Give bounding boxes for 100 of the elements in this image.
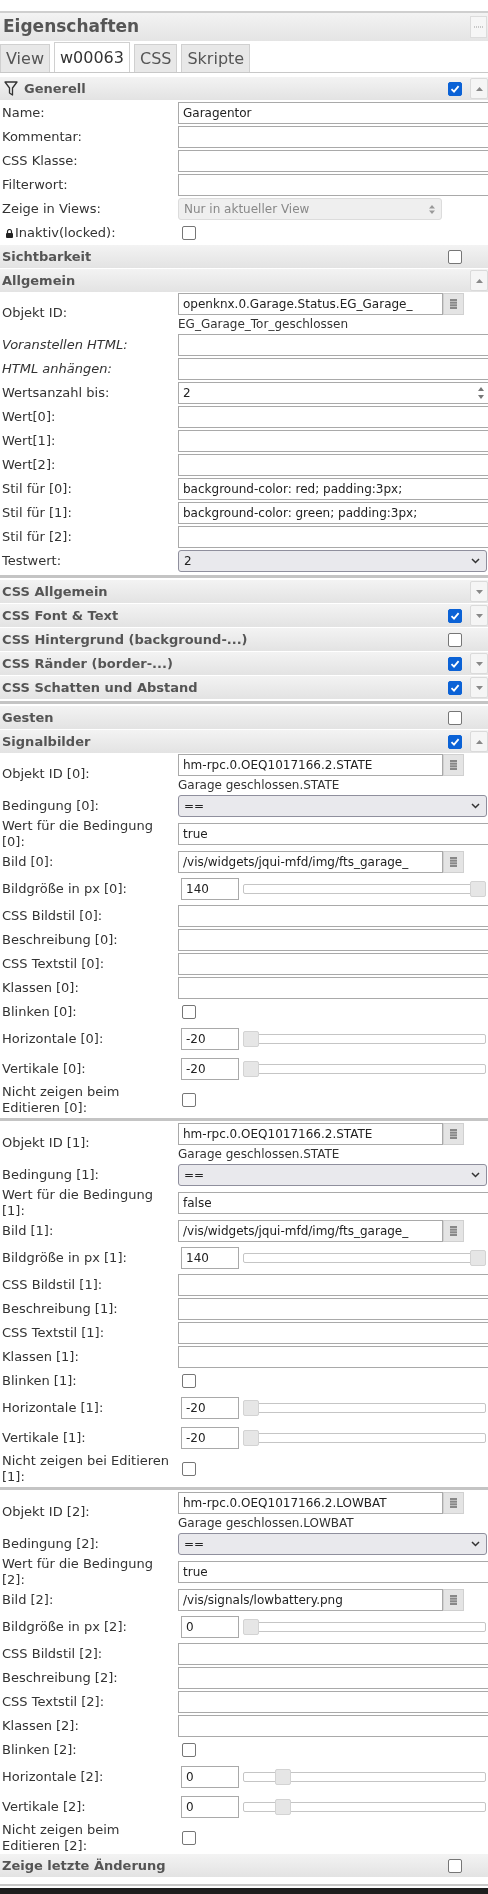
section-header[interactable]: Allgemein xyxy=(0,269,488,292)
input-field[interactable] xyxy=(178,126,488,148)
input-field[interactable]: background-color: red; padding:3px; xyxy=(178,478,488,500)
tab[interactable]: View xyxy=(0,44,50,72)
input-field[interactable]: Garagentor xyxy=(178,102,488,124)
filter-icon[interactable] xyxy=(4,81,18,96)
section-checkbox[interactable] xyxy=(448,81,462,96)
section-checkbox[interactable] xyxy=(448,656,462,671)
section-header[interactable]: CSS Hintergrund (background-...) xyxy=(0,628,488,651)
input-field[interactable] xyxy=(178,953,488,975)
slider-thumb[interactable] xyxy=(243,1061,259,1077)
input-field[interactable] xyxy=(178,977,488,999)
number-field[interactable]: 140 xyxy=(181,878,239,900)
slider-thumb[interactable] xyxy=(243,1619,259,1635)
input-field[interactable]: /vis/widgets/jqui-mfd/img/fts_garage_ xyxy=(178,1220,443,1242)
input-field[interactable] xyxy=(178,454,488,476)
slider-thumb[interactable] xyxy=(274,1799,291,1815)
checkbox[interactable] xyxy=(182,1831,196,1845)
section-checkbox[interactable] xyxy=(448,608,462,623)
browse-button[interactable] xyxy=(443,293,464,315)
tab[interactable]: w00063 xyxy=(53,42,130,72)
slider-thumb[interactable] xyxy=(243,1430,259,1446)
section-checkbox[interactable] xyxy=(448,249,462,264)
input-field[interactable] xyxy=(178,1691,488,1713)
input-field[interactable]: openknx.0.Garage.Status.EG_Garage_ xyxy=(178,293,443,315)
number-field[interactable]: -20 xyxy=(181,1397,239,1419)
input-field[interactable]: hm-rpc.0.OEQ1017166.2.LOWBAT xyxy=(178,1492,443,1514)
section-header[interactable]: CSS Font & Text xyxy=(0,604,488,627)
collapse-button[interactable] xyxy=(470,653,488,674)
checkbox[interactable] xyxy=(182,1005,196,1019)
checkbox[interactable] xyxy=(182,1743,196,1757)
input-field[interactable] xyxy=(178,1346,488,1368)
input-field[interactable]: /vis/signals/lowbattery.png xyxy=(178,1589,443,1611)
section-checkbox[interactable] xyxy=(448,632,462,647)
collapse-button[interactable] xyxy=(470,78,488,99)
browse-button[interactable] xyxy=(443,1492,464,1514)
input-field[interactable] xyxy=(178,526,488,548)
panel-menu-button[interactable] xyxy=(470,16,487,38)
spinner-icon[interactable] xyxy=(477,385,485,401)
input-field[interactable]: true xyxy=(178,1561,488,1583)
input-field[interactable] xyxy=(178,1715,488,1737)
slider-thumb[interactable] xyxy=(470,1250,486,1266)
number-field[interactable]: 0 xyxy=(181,1796,239,1818)
number-field[interactable]: 2 xyxy=(178,382,488,404)
collapse-button[interactable] xyxy=(470,581,488,602)
section-checkbox[interactable] xyxy=(448,710,462,725)
dropdown[interactable]: == xyxy=(178,795,487,817)
checkbox[interactable] xyxy=(182,1374,196,1388)
dropdown[interactable]: 2 xyxy=(178,550,487,572)
browse-button[interactable] xyxy=(443,754,464,776)
input-field[interactable]: true xyxy=(178,823,488,845)
checkbox[interactable] xyxy=(182,1093,196,1107)
section-header[interactable]: Generell xyxy=(0,77,488,100)
input-field[interactable]: background-color: green; padding:3px; xyxy=(178,502,488,524)
browse-button[interactable] xyxy=(443,851,464,873)
number-field[interactable]: -20 xyxy=(181,1028,239,1050)
input-field[interactable] xyxy=(178,1298,488,1320)
collapse-button[interactable] xyxy=(470,677,488,698)
section-header[interactable]: Gesten xyxy=(0,706,488,729)
input-field[interactable] xyxy=(178,406,488,428)
collapse-button[interactable] xyxy=(470,270,488,291)
section-checkbox[interactable] xyxy=(448,734,462,749)
number-field[interactable]: 0 xyxy=(181,1766,239,1788)
input-field[interactable]: hm-rpc.0.OEQ1017166.2.STATE xyxy=(178,754,443,776)
number-field[interactable]: -20 xyxy=(181,1058,239,1080)
section-header[interactable]: Signalbilder xyxy=(0,730,488,753)
checkbox[interactable] xyxy=(182,226,196,240)
browse-button[interactable] xyxy=(443,1123,464,1145)
input-field[interactable]: hm-rpc.0.OEQ1017166.2.STATE xyxy=(178,1123,443,1145)
slider-thumb[interactable] xyxy=(470,881,486,897)
tab[interactable]: CSS xyxy=(133,44,178,72)
section-header[interactable]: CSS Ränder (border-...) xyxy=(0,652,488,675)
input-field[interactable]: /vis/widgets/jqui-mfd/img/fts_garage_ xyxy=(178,851,443,873)
input-field[interactable] xyxy=(178,174,488,196)
number-field[interactable]: -20 xyxy=(181,1427,239,1449)
input-field[interactable] xyxy=(178,905,488,927)
collapse-button[interactable] xyxy=(470,731,488,752)
dropdown[interactable]: == xyxy=(178,1533,487,1555)
section-header[interactable]: CSS Allgemein xyxy=(0,580,488,603)
section-header[interactable]: Sichtbarkeit xyxy=(0,245,488,268)
collapse-button[interactable] xyxy=(470,605,488,626)
input-field[interactable] xyxy=(178,430,488,452)
input-field[interactable] xyxy=(178,334,488,356)
slider-thumb[interactable] xyxy=(243,1031,259,1047)
section-header[interactable]: CSS Schatten und Abstand xyxy=(0,676,488,699)
input-field[interactable] xyxy=(178,1643,488,1665)
section-header[interactable]: Zeige letzte Änderung xyxy=(0,1854,488,1877)
dropdown[interactable]: == xyxy=(178,1164,487,1186)
slider-thumb[interactable] xyxy=(243,1400,259,1416)
input-field[interactable] xyxy=(178,1667,488,1689)
number-field[interactable]: 140 xyxy=(181,1247,239,1269)
slider-thumb[interactable] xyxy=(274,1769,291,1785)
input-field[interactable]: false xyxy=(178,1192,488,1214)
browse-button[interactable] xyxy=(443,1220,464,1242)
input-field[interactable] xyxy=(178,1274,488,1296)
input-field[interactable] xyxy=(178,929,488,951)
number-field[interactable]: 0 xyxy=(181,1616,239,1638)
browse-button[interactable] xyxy=(443,1589,464,1611)
section-checkbox[interactable] xyxy=(448,1858,462,1873)
tab[interactable]: Skripte xyxy=(181,44,251,72)
